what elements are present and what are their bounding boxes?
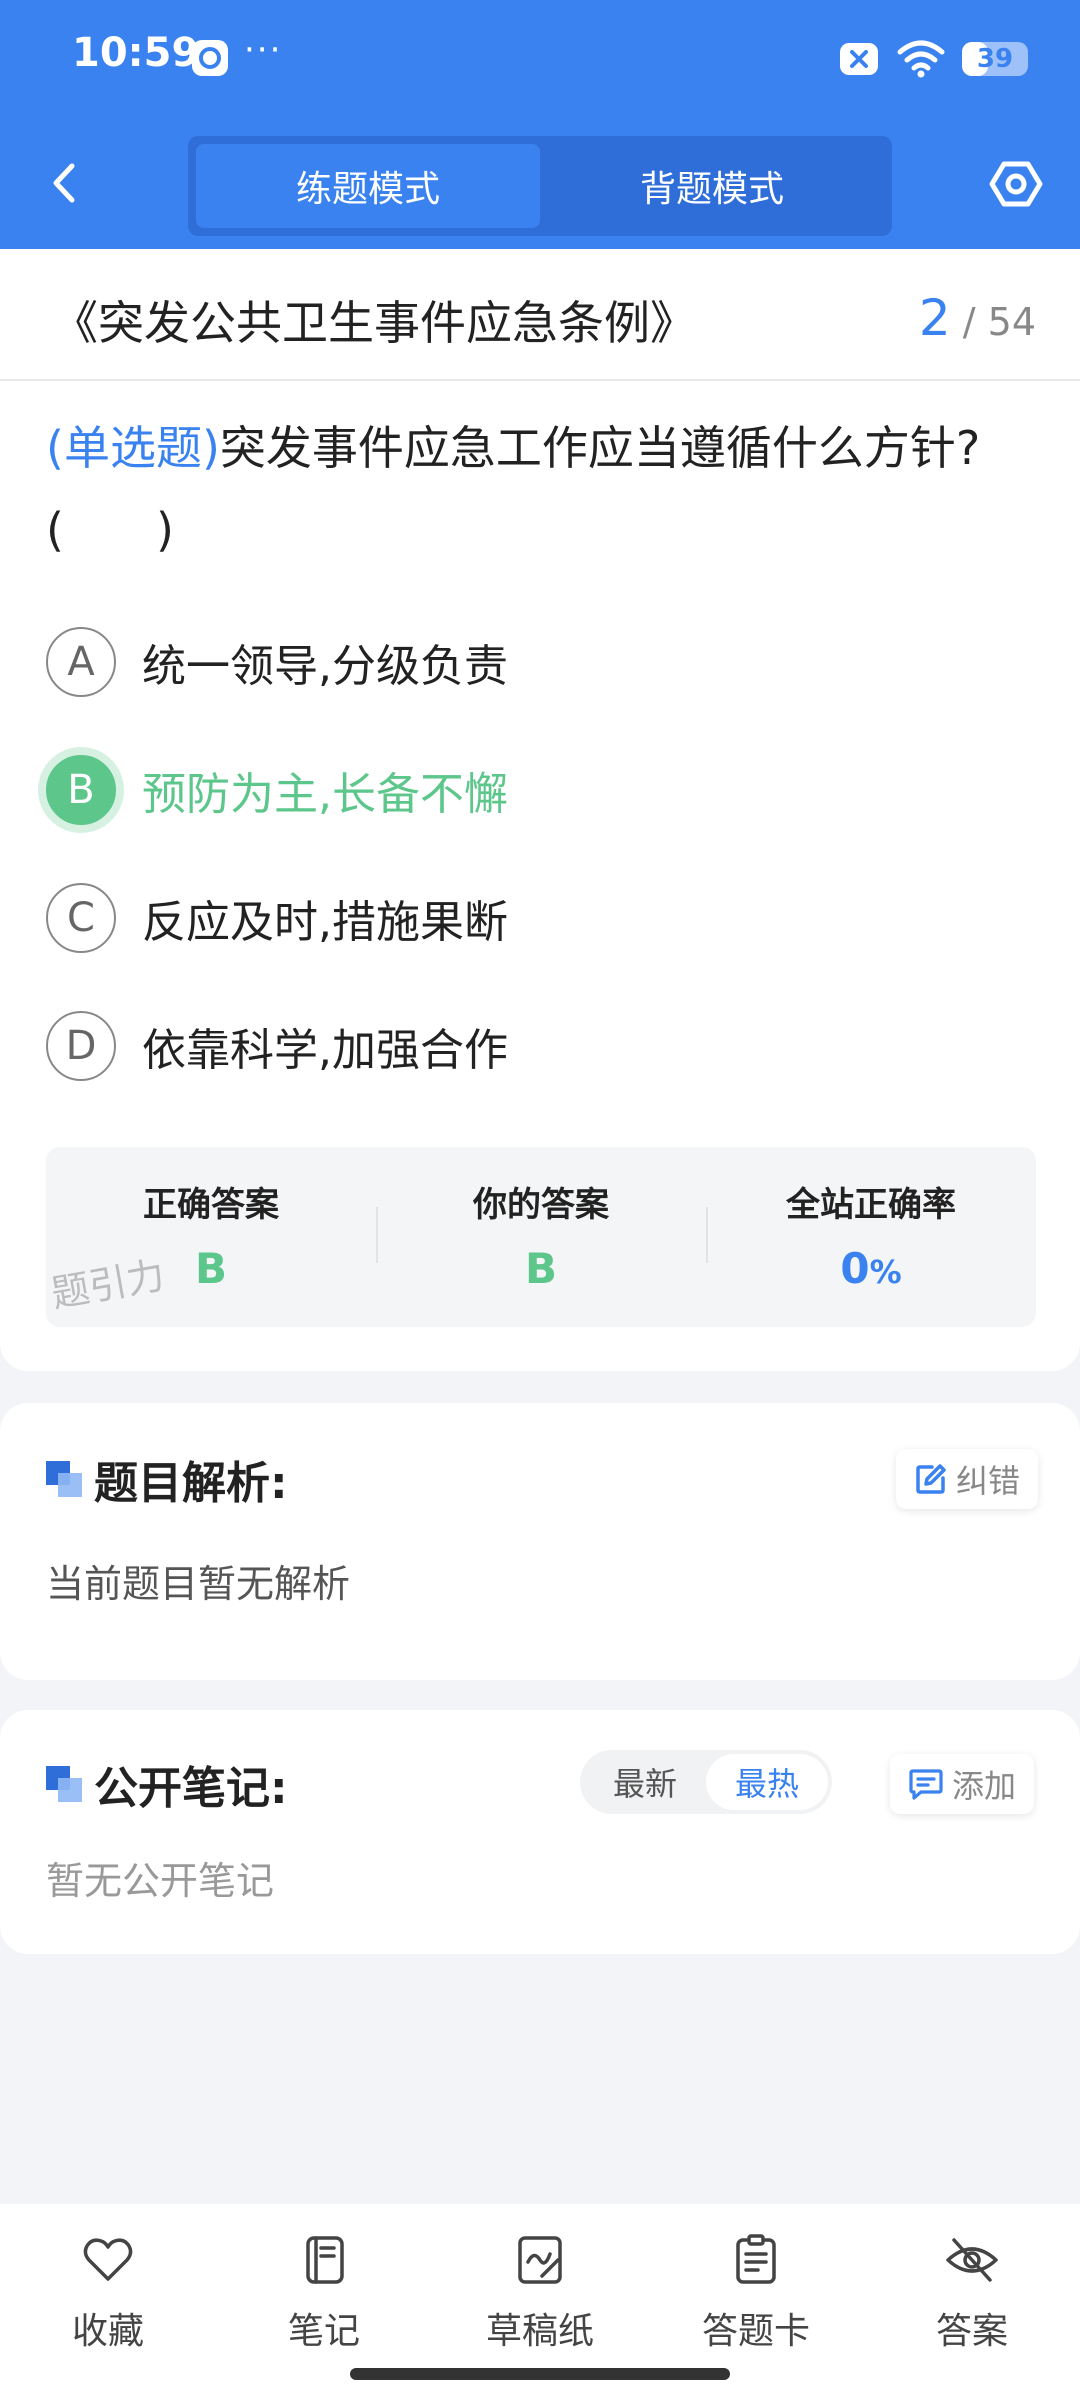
- progress-separator: /: [962, 300, 976, 344]
- analysis-title: 题目解析:: [94, 1458, 288, 1509]
- accuracy-number: 0: [840, 1244, 870, 1293]
- answer-card-icon: [736, 2234, 776, 2284]
- draft-paper-label: 草稿纸: [485, 2311, 594, 2352]
- notes-empty-text: 暂无公开笔记: [46, 1859, 275, 1903]
- mode-switch: 练题模式 背题模式: [188, 136, 892, 236]
- app-notification-icon: [192, 40, 228, 76]
- tab-memorize-mode[interactable]: 背题模式: [540, 144, 884, 228]
- draft-icon: [518, 2236, 562, 2284]
- wifi-icon: [897, 40, 945, 78]
- progress-total: 54: [987, 300, 1036, 344]
- accuracy-value: 0%: [840, 1244, 901, 1293]
- accuracy-label: 全站正确率: [786, 1185, 956, 1225]
- option-a[interactable]: A 统一领导,分级负责: [46, 625, 508, 699]
- battery-level: 39: [976, 44, 1014, 74]
- section-icon: [46, 1461, 82, 1497]
- eye-off-icon: [946, 2238, 998, 2282]
- status-right-group: 39: [838, 40, 1028, 78]
- correct-answer-label: 正确答案: [143, 1185, 279, 1225]
- app-header: 10:59 ··· 39 练题模式 背题模式: [0, 0, 1080, 249]
- answer-card-label: 答题卡: [701, 2311, 810, 2352]
- option-letter: D: [46, 1011, 116, 1081]
- question-progress: 2 / 54: [919, 289, 1036, 347]
- correct-answer-value: B: [194, 1244, 227, 1293]
- notes-title: 公开笔记:: [94, 1763, 288, 1814]
- add-note-button[interactable]: 添加: [890, 1754, 1035, 1814]
- question-type: (单选题): [46, 421, 220, 475]
- sort-latest[interactable]: 最新: [584, 1754, 706, 1810]
- option-c[interactable]: C 反应及时,措施果断: [46, 881, 508, 955]
- notebook-icon: [306, 2236, 344, 2284]
- accuracy-unit: %: [869, 1253, 902, 1291]
- accuracy-column: 全站正确率 0%: [706, 1147, 1036, 1327]
- notes-sort-toggle: 最新 最热: [580, 1750, 832, 1814]
- comment-add-icon: [909, 1769, 943, 1800]
- answer-result-panel: 正确答案 B 题引力 你的答案 B 全站正确率 0%: [46, 1147, 1036, 1327]
- status-time: 10:59: [72, 30, 200, 76]
- section-icon: [46, 1766, 82, 1802]
- option-text: 反应及时,措施果断: [142, 897, 508, 948]
- add-note-label: 添加: [952, 1767, 1017, 1805]
- option-letter: C: [46, 883, 116, 953]
- heart-icon: [83, 2238, 133, 2281]
- question-stem: (单选题)突发事件应急工作应当遵循什么方针?( ): [46, 407, 1036, 571]
- progress-current: 2: [918, 289, 951, 347]
- edit-icon: [916, 1464, 946, 1494]
- settings-button[interactable]: [988, 156, 1044, 212]
- sort-hottest[interactable]: 最热: [706, 1754, 828, 1810]
- option-text: 统一领导,分级负责: [142, 641, 508, 692]
- home-indicator[interactable]: [350, 2368, 730, 2380]
- notes-header: 公开笔记:: [46, 1752, 288, 1816]
- favorite-button[interactable]: 收藏: [0, 2204, 216, 2400]
- public-notes-card: 公开笔记: 最新 最热 添加 暂无公开笔记: [0, 1710, 1080, 1954]
- settings-hexagon-icon: [989, 161, 1043, 207]
- option-letter: B: [46, 755, 116, 825]
- option-letter: A: [46, 627, 116, 697]
- status-more-dots: ···: [244, 30, 283, 70]
- your-answer-value: B: [524, 1244, 557, 1293]
- your-answer-column: 你的答案 B: [376, 1147, 706, 1327]
- question-card: 《突发公共卫生事件应急条例》 2 / 54 (单选题)突发事件应急工作应当遵循什…: [0, 249, 1080, 1371]
- divider: [0, 379, 1080, 381]
- option-d[interactable]: D 依靠科学,加强合作: [46, 1009, 508, 1083]
- battery-icon: 39: [962, 42, 1028, 76]
- notes-label: 笔记: [287, 2311, 360, 2352]
- analysis-empty-text: 当前题目暂无解析: [46, 1562, 351, 1606]
- tab-practice-mode[interactable]: 练题模式: [196, 144, 540, 228]
- notification-close-icon: [840, 43, 878, 75]
- exam-title: 《突发公共卫生事件应急条例》: [52, 296, 696, 350]
- analysis-card: 题目解析: 纠错 当前题目暂无解析: [0, 1403, 1080, 1680]
- chevron-left-icon: [53, 163, 75, 203]
- watermark: 题引力: [48, 1252, 168, 1317]
- correct-answer-column: 正确答案 B 题引力: [46, 1147, 376, 1327]
- show-answer-label: 答案: [935, 2311, 1008, 2352]
- back-button[interactable]: [40, 158, 90, 208]
- favorite-label: 收藏: [71, 2311, 144, 2352]
- option-b[interactable]: B 预防为主,长备不懈: [46, 753, 508, 827]
- option-text: 依靠科学,加强合作: [142, 1025, 508, 1076]
- analysis-header: 题目解析:: [46, 1447, 288, 1511]
- report-error-button[interactable]: 纠错: [896, 1449, 1039, 1509]
- your-answer-label: 你的答案: [473, 1185, 609, 1225]
- report-error-label: 纠错: [956, 1462, 1021, 1500]
- show-answer-button[interactable]: 答案: [864, 2204, 1080, 2400]
- option-text: 预防为主,长备不懈: [142, 769, 508, 820]
